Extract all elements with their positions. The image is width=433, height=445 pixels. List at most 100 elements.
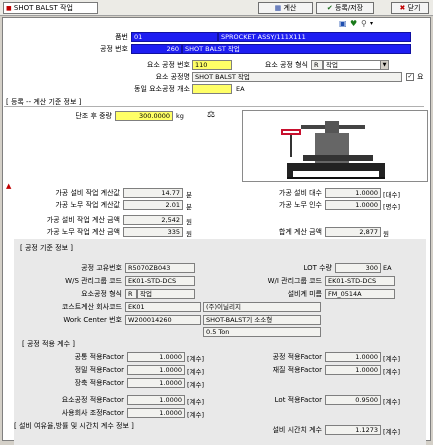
user-factor-label: 사용회사 조정Factor [61, 409, 124, 417]
icon-toolbar: ▣ ♥ ⚲ ▾ [339, 19, 379, 30]
wc-label: Work Center 번호 [63, 316, 122, 324]
labor-time-field: 2.01 [123, 200, 183, 210]
elem-factor-field: 1.0000 [127, 395, 185, 405]
process-factor-field: 1.0000 [325, 352, 381, 362]
factor-section-title: [ 공정 적용 계수 ] [22, 340, 76, 348]
save-icon[interactable]: ▣ [339, 19, 347, 28]
elem-no-field[interactable]: 110 [192, 60, 232, 70]
labor-amt-field: 335 [123, 227, 183, 237]
item-name-field[interactable]: SPROCKET ASSY/111X111 [218, 32, 411, 42]
item-code-field[interactable]: 01 [131, 32, 218, 42]
item-label: 품번 [115, 33, 128, 41]
time-factor-field: 1.1273 [325, 425, 381, 435]
process-no-label: 공정 번호 [100, 45, 128, 53]
process-name-field[interactable]: SHOT BALST 작업 [182, 44, 411, 54]
length-factor-unit: [계수] [187, 381, 205, 389]
elem-check-label: 요 [417, 73, 424, 81]
machine-time-field: 14.77 [123, 188, 183, 198]
precision-factor-unit: [계수] [187, 368, 205, 376]
labor-time-unit: 분 [186, 203, 192, 211]
window-title-text: SHOT BALST 작업 [13, 4, 73, 12]
elem-name-label: 요소 공정명 [155, 73, 190, 81]
same-count-label: 동일 요소공정 개소 [134, 85, 190, 93]
labor-time-label: 가공 노무 작업 계산값 [55, 201, 120, 209]
machine-time-label: 가공 설비 작업 계산값 [55, 189, 120, 197]
confirm-icon[interactable]: ♥ [350, 19, 357, 28]
divider [4, 106, 424, 107]
unit-weight-field[interactable]: 300.0000 [115, 111, 173, 121]
user-factor-unit: [계수] [187, 411, 205, 419]
unit-weight-unit: kg [176, 112, 184, 120]
company-label: 코스트계산 회사코드 [61, 303, 122, 311]
elem-type-code-field[interactable]: R [311, 60, 323, 70]
equip-label: 설비계 미름 [287, 290, 322, 298]
ws-code-field: EK01-STD-DCS [125, 276, 195, 286]
labor-amt-label: 가공 노무 작업 계산 금액 [46, 228, 120, 236]
elem-type-label: 요소 공정 형식 [264, 61, 308, 69]
material-factor-field: 1.0000 [325, 365, 381, 375]
scale-icon[interactable]: ⚖ [205, 109, 217, 121]
elem-factor-label: 요소공정 적용Factor [61, 396, 124, 404]
common-factor-unit: [계수] [187, 355, 205, 363]
bottom-section-title: [ 설비 여유율,방률 및 시간치 계수 정보 ] [14, 422, 134, 430]
labor-count-field: 1.0000 [325, 200, 381, 210]
precision-factor-field: 1.0000 [127, 365, 185, 375]
equip-field: FM_0514A [325, 289, 395, 299]
elem-type-selected: 작업 [326, 61, 338, 69]
register-save-label: 등록/저장 [334, 4, 364, 12]
app-icon: ■ [6, 5, 12, 12]
same-count-field[interactable] [192, 84, 232, 94]
calc-label: 계산 [283, 4, 297, 12]
material-factor-label: 재질 적용Factor [272, 366, 322, 374]
lot-factor-field: 0.9500 [325, 395, 381, 405]
process-no-field[interactable]: 260 [131, 44, 182, 54]
chevron-down-icon[interactable]: ▾ [370, 20, 373, 27]
marker-icon: ▲ [6, 182, 12, 190]
close-button[interactable]: ✖ 닫기 [391, 2, 429, 14]
lot-label: LOT 수량 [303, 264, 332, 272]
lot-unit: EA [383, 264, 392, 272]
process-factor-unit: [계수] [383, 355, 401, 363]
elem-type-dropdown[interactable]: 작업 ▼ [323, 60, 389, 70]
machine-count-label: 가공 설비 대수 [278, 189, 322, 197]
machine-amt-unit: 원 [186, 218, 192, 226]
machine-image [242, 110, 428, 182]
elem-no-label: 요소 공정 번호 [146, 61, 190, 69]
total-label: 합계 계산 금액 [278, 228, 322, 236]
title-bar: ■ SHOT BALST 작업 ▦ 계산 ✔ 등록/저장 ✖ 닫기 [0, 0, 433, 16]
user-factor-field: 1.0000 [127, 408, 185, 418]
elem-checkbox[interactable]: ✓ [406, 73, 414, 81]
elem-name-field[interactable]: SHOT BALST 작업 [192, 72, 402, 82]
lot-factor-unit: [계수] [383, 398, 401, 406]
unique-no-label: 공정 고유번호 [81, 264, 122, 272]
machine-count-unit: [대수] [383, 191, 401, 199]
calc-button[interactable]: ▦ 계산 [258, 2, 313, 14]
elem-factor-unit: [계수] [187, 398, 205, 406]
search-icon[interactable]: ⚲ [361, 19, 367, 28]
check-icon: ✔ [326, 4, 333, 12]
process-factor-label: 공정 적용Factor [272, 353, 322, 361]
company-code-field: EK01 [125, 302, 201, 312]
length-factor-label: 장축 적용Factor [74, 379, 124, 387]
lot-factor-label: Lot 적용Factor [274, 396, 322, 404]
wi-code-field: EK01-STD-DCS [325, 276, 395, 286]
total-field: 2,877 [325, 227, 381, 237]
close-icon: ✖ [399, 4, 406, 12]
elem-form-code-field: R [125, 289, 137, 299]
register-save-button[interactable]: ✔ 등록/저장 [316, 2, 374, 14]
unit-weight-label: 단조 후 중량 [75, 112, 112, 120]
labor-count-label: 가공 노무 인수 [278, 201, 322, 209]
length-factor-field: 1.0000 [127, 378, 185, 388]
same-count-unit: EA [236, 85, 245, 93]
ws-code-label: W/S 관리그룹 코드 [65, 277, 122, 285]
calc-icon: ▦ [274, 4, 282, 12]
machine-count-field: 1.0000 [325, 188, 381, 198]
labor-count-unit: [명수] [383, 203, 401, 211]
process-section-title: [ 공정 기준 정보 ] [20, 244, 74, 252]
time-factor-label: 설비 시간치 계수 [272, 426, 322, 434]
company-name-field: (주)이닐리지 [203, 302, 321, 312]
elem-form-name-field: 작업 [137, 289, 195, 299]
common-factor-label: 공통 적용Factor [74, 353, 124, 361]
machine-amt-label: 가공 설비 작업 계산 금액 [46, 216, 120, 224]
labor-amt-unit: 원 [186, 230, 192, 238]
